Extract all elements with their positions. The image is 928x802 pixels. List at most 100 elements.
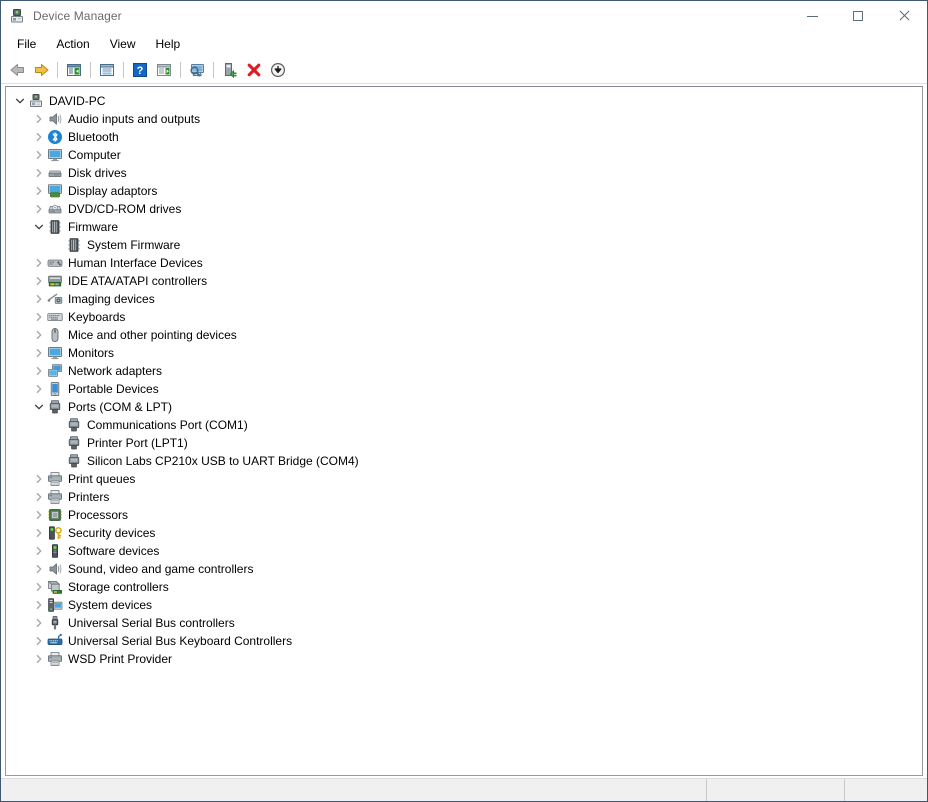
tree-item-label: Firmware bbox=[68, 220, 118, 234]
tree-item[interactable]: Disk drives bbox=[6, 164, 922, 182]
port-icon bbox=[66, 453, 82, 469]
tree-item[interactable]: Security devices bbox=[6, 524, 922, 542]
tree-item[interactable]: System devices bbox=[6, 596, 922, 614]
tree-item[interactable]: DAVID-PC bbox=[6, 92, 922, 110]
chevron-right-icon[interactable] bbox=[31, 128, 47, 146]
tree-item[interactable]: Portable Devices bbox=[6, 380, 922, 398]
tree-item[interactable]: Display adaptors bbox=[6, 182, 922, 200]
tree-item[interactable]: Printers bbox=[6, 488, 922, 506]
chevron-right-icon[interactable] bbox=[31, 542, 47, 560]
tree-item[interactable]: Network adapters bbox=[6, 362, 922, 380]
tree-item[interactable]: Software devices bbox=[6, 542, 922, 560]
tree-item[interactable]: Human Interface Devices bbox=[6, 254, 922, 272]
chevron-right-icon[interactable] bbox=[31, 632, 47, 650]
tree-item[interactable]: DVD/CD-ROM drives bbox=[6, 200, 922, 218]
maximize-icon bbox=[853, 11, 863, 21]
chevron-right-icon[interactable] bbox=[31, 362, 47, 380]
menu-file[interactable]: File bbox=[7, 33, 46, 55]
chevron-right-icon[interactable] bbox=[31, 470, 47, 488]
chevron-right-icon[interactable] bbox=[31, 560, 47, 578]
tree-item[interactable]: Bluetooth bbox=[6, 128, 922, 146]
forward-button[interactable] bbox=[29, 59, 53, 81]
chevron-right-icon[interactable] bbox=[31, 578, 47, 596]
chevron-right-icon[interactable] bbox=[31, 506, 47, 524]
display-adapter-icon bbox=[47, 183, 63, 199]
chevron-right-icon[interactable] bbox=[31, 488, 47, 506]
forward-arrow-icon bbox=[33, 62, 50, 78]
help-button[interactable]: ? bbox=[128, 59, 152, 81]
chevron-right-icon[interactable] bbox=[31, 524, 47, 542]
chevron-right-icon[interactable] bbox=[31, 596, 47, 614]
tree-item[interactable]: Universal Serial Bus Keyboard Controller… bbox=[6, 632, 922, 650]
disable-device-button[interactable] bbox=[266, 59, 290, 81]
chevron-right-icon[interactable] bbox=[31, 110, 47, 128]
usb-keyboard-icon bbox=[47, 633, 63, 649]
uninstall-device-button[interactable] bbox=[242, 59, 266, 81]
tree-item[interactable]: WSD Print Provider bbox=[6, 650, 922, 668]
hid-icon bbox=[47, 255, 63, 271]
disk-drive-icon bbox=[47, 165, 63, 181]
tree-item[interactable]: Audio inputs and outputs bbox=[6, 110, 922, 128]
minimize-button[interactable] bbox=[789, 1, 835, 31]
tree-item[interactable]: IDE ATA/ATAPI controllers bbox=[6, 272, 922, 290]
chevron-right-icon[interactable] bbox=[31, 290, 47, 308]
chevron-right-icon[interactable] bbox=[31, 344, 47, 362]
tree-item[interactable]: Imaging devices bbox=[6, 290, 922, 308]
scan-hardware-changes-icon bbox=[188, 62, 206, 78]
update-driver-button[interactable] bbox=[218, 59, 242, 81]
tree-item[interactable]: Silicon Labs CP210x USB to UART Bridge (… bbox=[6, 452, 922, 470]
tree-item-label: Human Interface Devices bbox=[68, 256, 203, 270]
tree-item[interactable]: System Firmware bbox=[6, 236, 922, 254]
chevron-right-icon[interactable] bbox=[31, 164, 47, 182]
chevron-right-icon[interactable] bbox=[31, 200, 47, 218]
maximize-button[interactable] bbox=[835, 1, 881, 31]
back-button[interactable] bbox=[5, 59, 29, 81]
show-hide-action-pane-button[interactable] bbox=[152, 59, 176, 81]
tree-item[interactable]: Universal Serial Bus controllers bbox=[6, 614, 922, 632]
show-hide-console-tree-button[interactable] bbox=[62, 59, 86, 81]
firmware-chip-icon bbox=[66, 237, 82, 253]
status-bar bbox=[1, 778, 927, 801]
chevron-right-icon[interactable] bbox=[31, 650, 47, 668]
chevron-right-icon[interactable] bbox=[31, 146, 47, 164]
properties-button[interactable] bbox=[95, 59, 119, 81]
tree-item[interactable]: Printer Port (LPT1) bbox=[6, 434, 922, 452]
tree-item[interactable]: Mice and other pointing devices bbox=[6, 326, 922, 344]
scan-hardware-changes-button[interactable] bbox=[185, 59, 209, 81]
tree-item-label: Computer bbox=[68, 148, 121, 162]
tree-item[interactable]: Ports (COM & LPT) bbox=[6, 398, 922, 416]
tree-item[interactable]: Storage controllers bbox=[6, 578, 922, 596]
chevron-down-icon[interactable] bbox=[12, 92, 28, 110]
tree-item[interactable]: Keyboards bbox=[6, 308, 922, 326]
chevron-down-icon[interactable] bbox=[31, 398, 47, 416]
tree-item[interactable]: Firmware bbox=[6, 218, 922, 236]
chevron-right-icon[interactable] bbox=[31, 182, 47, 200]
tree-item[interactable]: Computer bbox=[6, 146, 922, 164]
tree-item-label: Print queues bbox=[68, 472, 136, 486]
tree-item-label: WSD Print Provider bbox=[68, 652, 173, 666]
chevron-right-icon[interactable] bbox=[31, 272, 47, 290]
chevron-right-icon[interactable] bbox=[31, 308, 47, 326]
console-tree-panel[interactable]: DAVID-PC Audio inputs and outputs Bluetoot… bbox=[5, 86, 923, 776]
tree-item[interactable]: Communications Port (COM1) bbox=[6, 416, 922, 434]
close-button[interactable] bbox=[881, 1, 927, 31]
device-tree[interactable]: DAVID-PC Audio inputs and outputs Bluetoot… bbox=[6, 87, 922, 668]
chevron-right-icon[interactable] bbox=[31, 254, 47, 272]
speaker-icon bbox=[47, 561, 63, 577]
chevron-right-icon[interactable] bbox=[31, 614, 47, 632]
tree-item[interactable]: Sound, video and game controllers bbox=[6, 560, 922, 578]
tree-item[interactable]: Processors bbox=[6, 506, 922, 524]
status-pane-three bbox=[845, 779, 927, 801]
menu-action[interactable]: Action bbox=[46, 33, 99, 55]
tree-item[interactable]: Print queues bbox=[6, 470, 922, 488]
chevron-right-icon[interactable] bbox=[31, 380, 47, 398]
tree-item-label: Keyboards bbox=[68, 310, 126, 324]
chevron-right-icon[interactable] bbox=[31, 326, 47, 344]
menu-help[interactable]: Help bbox=[146, 33, 191, 55]
chevron-down-icon[interactable] bbox=[31, 218, 47, 236]
menu-view[interactable]: View bbox=[100, 33, 146, 55]
title-bar[interactable]: Device Manager bbox=[1, 1, 927, 31]
tree-item[interactable]: Monitors bbox=[6, 344, 922, 362]
tree-item-label: System devices bbox=[68, 598, 153, 612]
